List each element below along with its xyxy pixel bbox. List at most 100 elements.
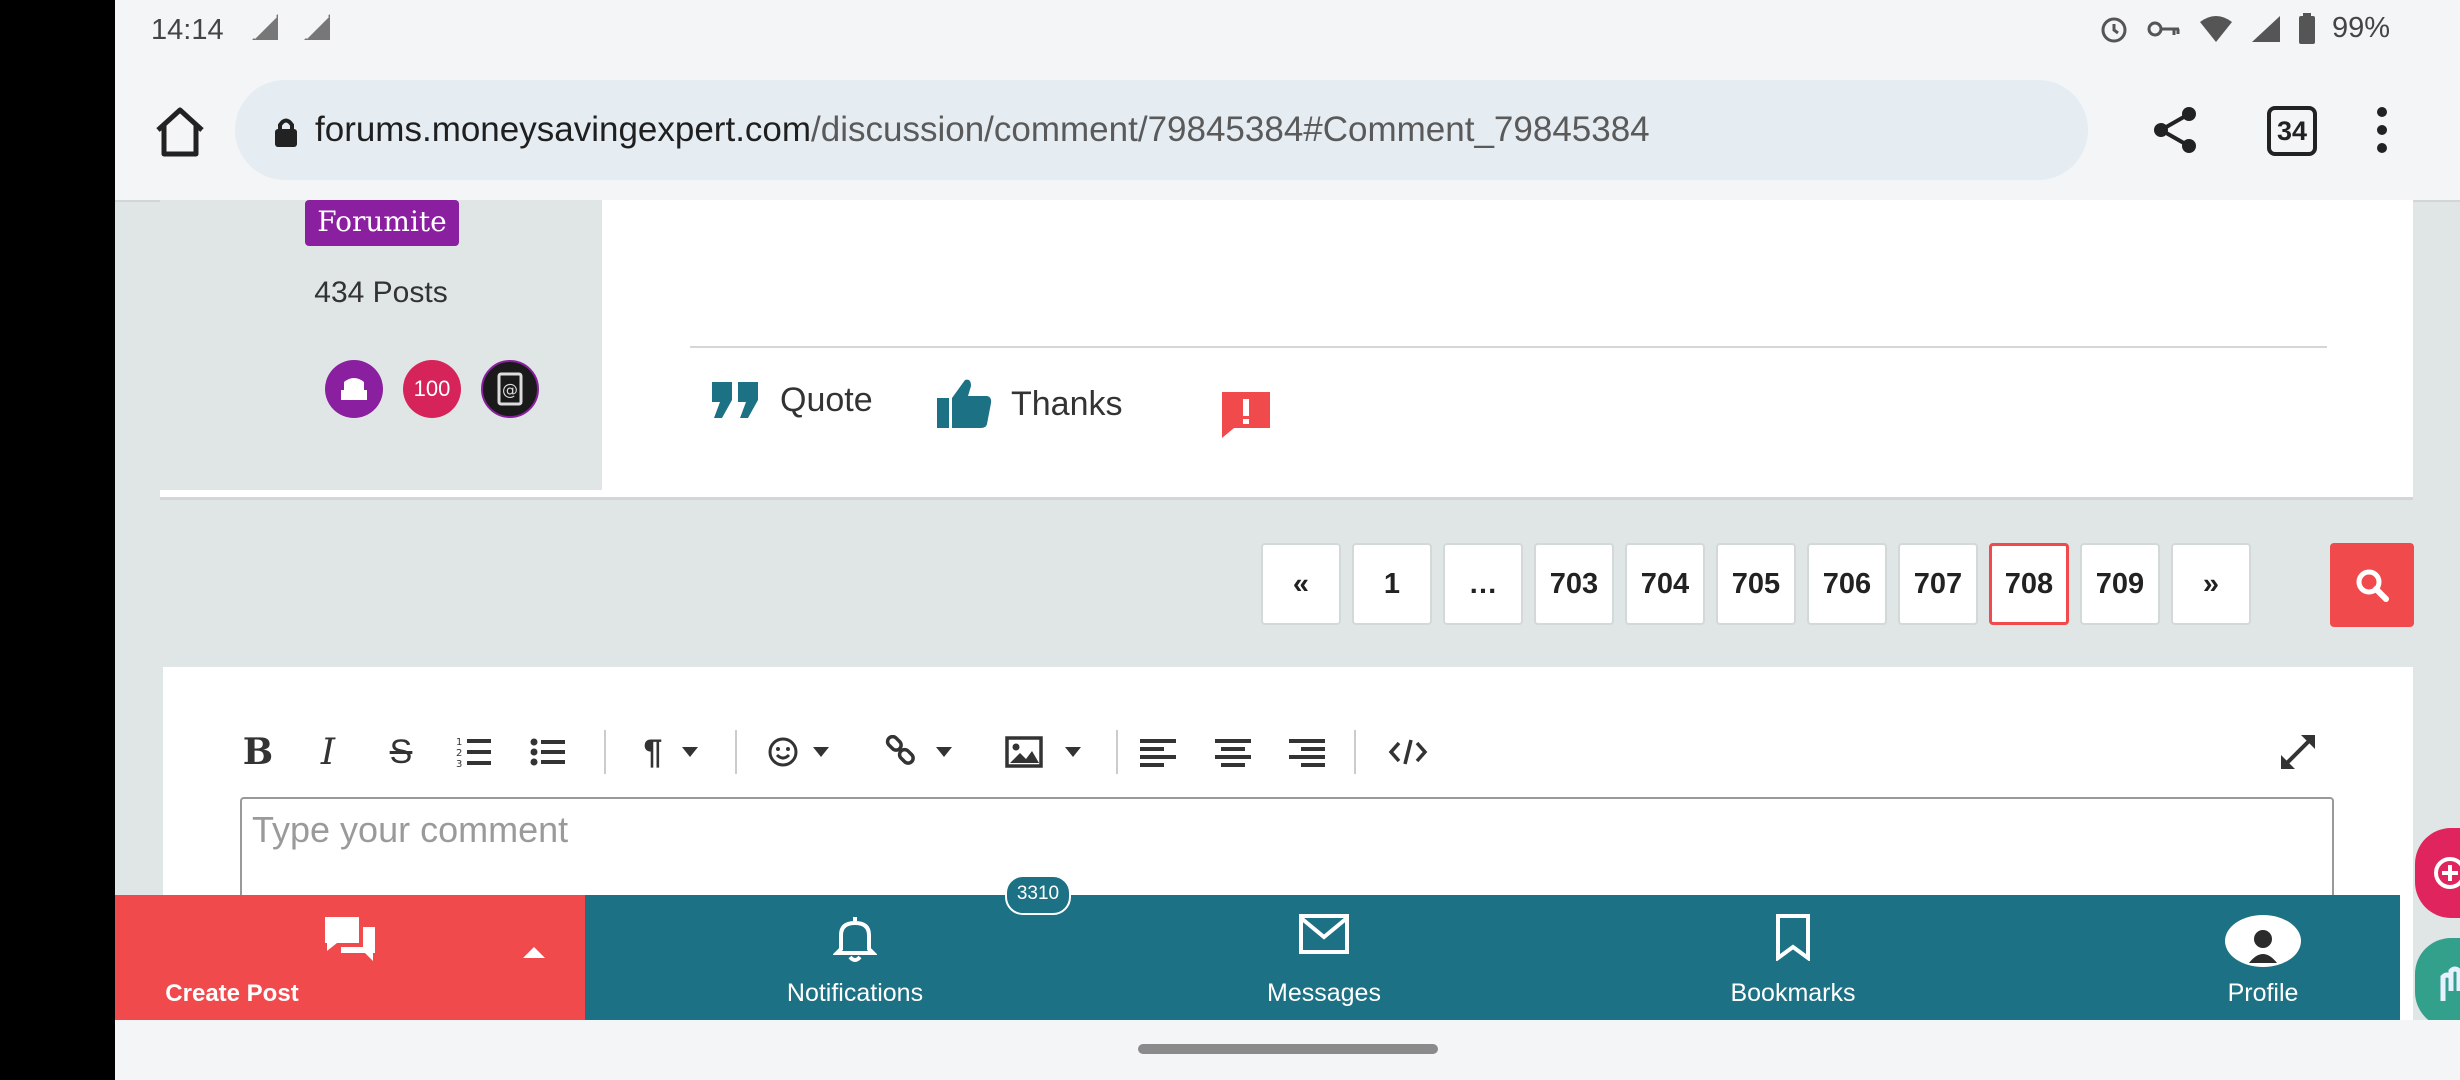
nav-notifications-label: Notifications (786, 979, 924, 1007)
bookmark-icon (1776, 914, 1810, 961)
emoji-button[interactable] (753, 722, 843, 782)
url-path: /discussion/comment/79845384#Comment_798… (811, 110, 1650, 149)
wifi-icon (2199, 15, 2232, 42)
page-button[interactable]: 706 (1807, 543, 1887, 625)
nav-messages[interactable]: Messages (1174, 895, 1474, 1020)
page-button[interactable]: 705 (1716, 543, 1796, 625)
thanks-label: Thanks (1011, 384, 1123, 423)
hand-wave-icon (2440, 966, 2460, 1001)
no-signal-sim2-icon (304, 14, 330, 40)
floating-help-button[interactable] (2415, 938, 2460, 1028)
strikethrough-button[interactable]: S (376, 722, 426, 782)
chevron-down-icon (682, 747, 699, 757)
image-icon (1005, 736, 1043, 768)
nav-bookmarks[interactable]: Bookmarks (1643, 895, 1943, 1020)
battery-percentage: 99% (2331, 12, 2390, 44)
tab-switcher-button[interactable]: 34 (2267, 106, 2317, 156)
bullet-list-icon (530, 738, 565, 766)
author-panel: Forumite 434 Posts 100 @ (160, 200, 602, 490)
toolbar-separator (1116, 730, 1118, 774)
status-notification-icons (250, 12, 332, 42)
create-post-button[interactable]: Create Post (115, 895, 585, 1020)
vpn-key-icon (2147, 21, 2180, 36)
home-icon[interactable] (150, 102, 210, 162)
align-center-icon (1215, 739, 1251, 767)
align-center-button[interactable] (1208, 722, 1258, 782)
create-post-label: Create Post (165, 980, 299, 1007)
post-card: Forumite 434 Posts 100 @ Quote Thanks (160, 200, 2413, 500)
quote-button[interactable]: Quote (710, 380, 873, 420)
search-button[interactable] (2330, 543, 2414, 627)
home-gesture-bar[interactable] (1138, 1044, 1438, 1054)
code-view-button[interactable] (1378, 722, 1438, 782)
align-left-button[interactable] (1133, 722, 1183, 782)
italic-button[interactable]: I (303, 722, 353, 782)
alarm-icon (2101, 17, 2127, 42)
comment-placeholder: Type your comment (252, 809, 569, 850)
armchair-badge-icon[interactable] (325, 360, 383, 418)
more-options-icon[interactable] (2367, 100, 2397, 160)
current-page-button[interactable]: 708 (1989, 543, 2069, 625)
prev-page-button[interactable]: « (1261, 543, 1341, 625)
italic-icon: I (320, 731, 336, 773)
badge-label: 100 (413, 376, 451, 401)
address-bar[interactable]: forums.moneysavingexpert.com/discussion/… (235, 80, 2088, 180)
nav-notifications[interactable]: Notifications (705, 895, 1005, 1020)
status-bar: 14:14 99% (115, 0, 2460, 62)
avatar-icon (2225, 915, 2301, 967)
page-button[interactable]: 709 (2080, 543, 2160, 625)
battery-icon (2298, 12, 2315, 44)
paragraph-format-button[interactable]: ¶ (626, 722, 716, 782)
email-badge-icon[interactable]: @ (481, 360, 539, 418)
image-button[interactable] (993, 722, 1093, 782)
phone-screen: 14:14 99% forums.moneysavingexpert.com/d… (115, 0, 2460, 1080)
report-flag-icon[interactable] (1220, 390, 1272, 440)
nav-messages-label: Messages (1267, 979, 1381, 1007)
nav-bookmarks-label: Bookmarks (1730, 979, 1856, 1007)
thanks-button[interactable]: Thanks (935, 378, 1123, 430)
page-ellipsis[interactable]: … (1443, 543, 1523, 625)
page-button[interactable]: 1 (1352, 543, 1432, 625)
page-button[interactable]: 704 (1625, 543, 1705, 625)
link-icon (885, 735, 915, 765)
strikethrough-icon: S (389, 732, 413, 771)
svg-text:3: 3 (456, 759, 462, 769)
chevron-down-icon (1065, 747, 1081, 757)
100-badge-icon[interactable]: 100 (403, 360, 461, 418)
link-button[interactable] (873, 722, 963, 782)
bell-icon (833, 917, 877, 962)
editor-toolbar: B I S 123 ¶ (233, 722, 2333, 782)
fullscreen-button[interactable] (2268, 722, 2328, 782)
floating-add-button[interactable] (2415, 828, 2460, 918)
smiley-icon (768, 737, 798, 767)
quote-icon (712, 382, 758, 418)
bold-button[interactable]: B (233, 722, 283, 782)
pagination: « 1 … 703 704 705 706 707 708 709 » (1261, 543, 2251, 625)
nav-profile-label: Profile (2227, 979, 2299, 1007)
bold-icon: B (242, 731, 274, 773)
align-right-icon (1289, 739, 1325, 767)
system-navigation-area (115, 1020, 2460, 1080)
share-icon[interactable] (2145, 100, 2205, 160)
url-text: forums.moneysavingexpert.com/discussion/… (315, 110, 1650, 150)
status-system-icons: 99% (2098, 12, 2390, 45)
chat-bubbles-icon (325, 917, 375, 961)
create-post-menu-caret-icon[interactable] (523, 947, 545, 958)
notification-count-badge: 3310 (1005, 875, 1071, 915)
ordered-list-button[interactable]: 123 (449, 722, 499, 782)
browser-toolbar: forums.moneysavingexpert.com/discussion/… (115, 62, 2460, 202)
nav-profile[interactable]: Profile (2113, 895, 2413, 1020)
toolbar-separator (604, 730, 606, 774)
chevron-down-icon (813, 747, 829, 757)
status-time: 14:14 (151, 14, 224, 46)
page-button[interactable]: 707 (1898, 543, 1978, 625)
chevron-down-icon (936, 747, 952, 757)
next-page-button[interactable]: » (2171, 543, 2251, 625)
svg-text:@: @ (502, 380, 518, 399)
search-icon (2356, 569, 2389, 602)
align-right-button[interactable] (1282, 722, 1332, 782)
quote-label: Quote (780, 380, 873, 419)
page-button[interactable]: 703 (1534, 543, 1614, 625)
lock-icon (275, 118, 297, 147)
bullet-list-button[interactable] (523, 722, 573, 782)
